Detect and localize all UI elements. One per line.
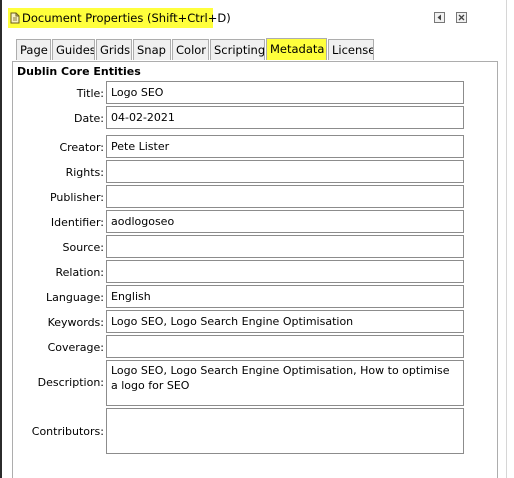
creator-label: Creator: bbox=[59, 141, 104, 154]
source-label: Source: bbox=[62, 241, 105, 254]
relation-field[interactable] bbox=[106, 260, 464, 283]
keywords-field[interactable]: Logo SEO, Logo Search Engine Optimisatio… bbox=[106, 310, 464, 333]
rights-label: Rights: bbox=[65, 166, 104, 179]
language-field[interactable]: English bbox=[106, 285, 464, 308]
document-properties-icon bbox=[10, 12, 20, 24]
title-label: Title: bbox=[76, 87, 104, 100]
rights-field[interactable] bbox=[106, 160, 464, 183]
date-field[interactable]: 04-02-2021 bbox=[106, 106, 464, 129]
triangle-left-icon bbox=[437, 14, 441, 21]
tab-grids[interactable]: Grids bbox=[96, 39, 132, 60]
coverage-field[interactable] bbox=[106, 335, 464, 358]
description-field[interactable]: Logo SEO, Logo Search Engine Optimisatio… bbox=[106, 360, 464, 406]
tab-license[interactable]: License bbox=[328, 39, 374, 60]
close-button[interactable] bbox=[456, 12, 467, 23]
identifier-label: Identifier: bbox=[50, 216, 104, 229]
language-label: Language: bbox=[46, 291, 104, 304]
identifier-field[interactable]: aodlogoseo bbox=[106, 210, 464, 233]
close-icon bbox=[458, 14, 465, 21]
keywords-label: Keywords: bbox=[47, 316, 104, 329]
coverage-label: Coverage: bbox=[47, 341, 104, 354]
publisher-label: Publisher: bbox=[49, 191, 104, 204]
description-label: Description: bbox=[37, 376, 104, 389]
relation-label: Relation: bbox=[55, 266, 105, 279]
publisher-field[interactable] bbox=[106, 185, 464, 208]
source-field[interactable] bbox=[106, 235, 464, 258]
tab-snap[interactable]: Snap bbox=[133, 39, 171, 60]
left-window-edge bbox=[0, 0, 2, 478]
creator-field[interactable]: Pete Lister bbox=[106, 135, 464, 158]
date-label: Date: bbox=[74, 112, 104, 125]
title-field[interactable]: Logo SEO bbox=[106, 81, 464, 104]
tab-guides[interactable]: Guides bbox=[52, 39, 95, 60]
tab-color[interactable]: Color bbox=[172, 39, 209, 60]
dialog-titlebar: Document Properties (Shift+Ctrl+D) bbox=[8, 8, 498, 28]
right-scroll-edge bbox=[506, 0, 507, 478]
tab-page[interactable]: Page bbox=[16, 39, 51, 60]
dock-toggle-button[interactable] bbox=[434, 12, 445, 23]
contributors-field[interactable] bbox=[106, 408, 464, 454]
contributors-label: Contributors: bbox=[31, 425, 104, 438]
tab-scripting[interactable]: Scripting bbox=[210, 39, 265, 60]
section-title: Dublin Core Entities bbox=[17, 65, 141, 78]
tab-metadata[interactable]: Metadata bbox=[266, 38, 327, 60]
dialog-title: Document Properties (Shift+Ctrl+D) bbox=[22, 11, 231, 25]
